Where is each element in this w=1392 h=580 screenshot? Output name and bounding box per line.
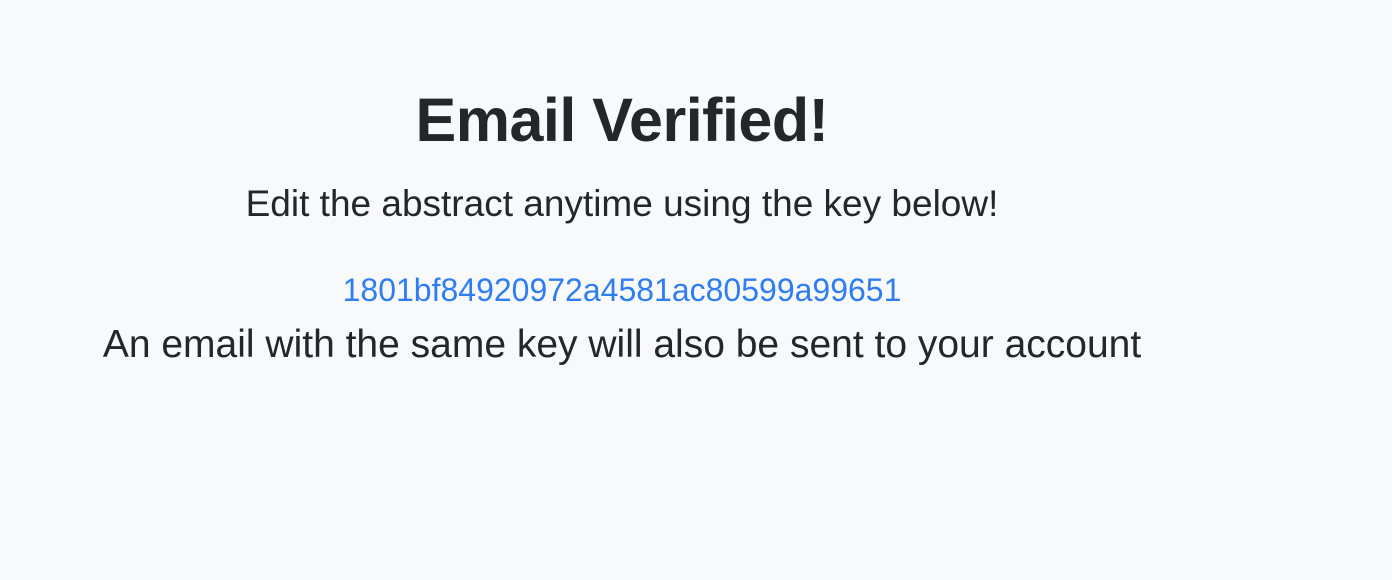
email-note: An email with the same key will also be … <box>102 323 1142 366</box>
instruction-text: Edit the abstract anytime using the key … <box>245 183 999 224</box>
verification-page: Email Verified! Edit the abstract anytim… <box>0 0 1392 580</box>
abstract-key-link[interactable]: 1801bf84920972a4581ac80599a99651 <box>0 270 1244 310</box>
page-title: Email Verified! <box>415 86 829 154</box>
